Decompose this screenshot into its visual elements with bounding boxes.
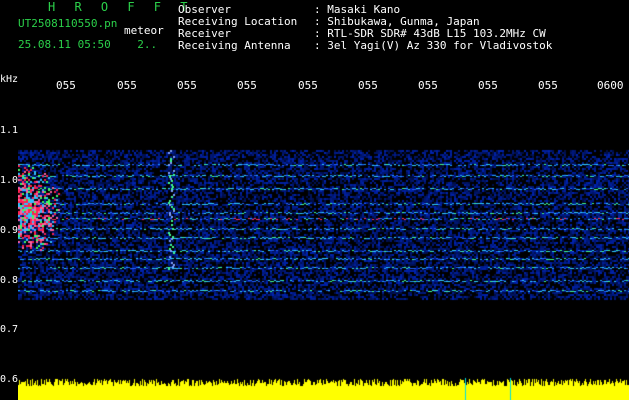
antenna-value: : 3el Yagi(V) Az 330 for Vladivostok bbox=[314, 39, 553, 52]
x-tick-10: 0600 bbox=[597, 79, 624, 92]
x-tick-5: 055 bbox=[298, 79, 318, 92]
station-info: Observer : Masaki Kano Receiving Locatio… bbox=[178, 4, 552, 52]
antenna-row: Receiving Antenna : 3el Yagi(V) Az 330 f… bbox=[178, 40, 552, 52]
x-tick-3: 055 bbox=[177, 79, 197, 92]
y-tick-1-1: 1.1 bbox=[0, 125, 19, 136]
hrofft-window: H R O F F T UT2508110550.pn meteor 25.08… bbox=[0, 0, 629, 400]
x-tick-7: 055 bbox=[418, 79, 438, 92]
x-tick-6: 055 bbox=[358, 79, 378, 92]
mode-tag: meteor bbox=[124, 24, 164, 37]
y-axis-unit: kHz bbox=[0, 74, 19, 85]
file-name: UT2508110550.pn bbox=[18, 17, 118, 30]
timestamp: 25.08.11 05:50 2.. bbox=[18, 38, 158, 51]
x-tick-8: 055 bbox=[478, 79, 498, 92]
spectrogram-plot bbox=[18, 100, 629, 400]
y-tick-0-9: 0.9 bbox=[0, 225, 19, 236]
brand-title: H R O F F T bbox=[48, 0, 194, 14]
x-tick-1: 055 bbox=[56, 79, 76, 92]
x-tick-4: 055 bbox=[237, 79, 257, 92]
antenna-label: Receiving Antenna bbox=[178, 39, 291, 52]
y-tick-0-6: 0.6 bbox=[0, 374, 19, 385]
y-tick-0-7: 0.7 bbox=[0, 324, 19, 335]
y-tick-0-8: 0.8 bbox=[0, 275, 19, 286]
x-tick-9: 055 bbox=[538, 79, 558, 92]
x-tick-2: 055 bbox=[117, 79, 137, 92]
y-tick-1-0: 1.0 bbox=[0, 175, 19, 186]
